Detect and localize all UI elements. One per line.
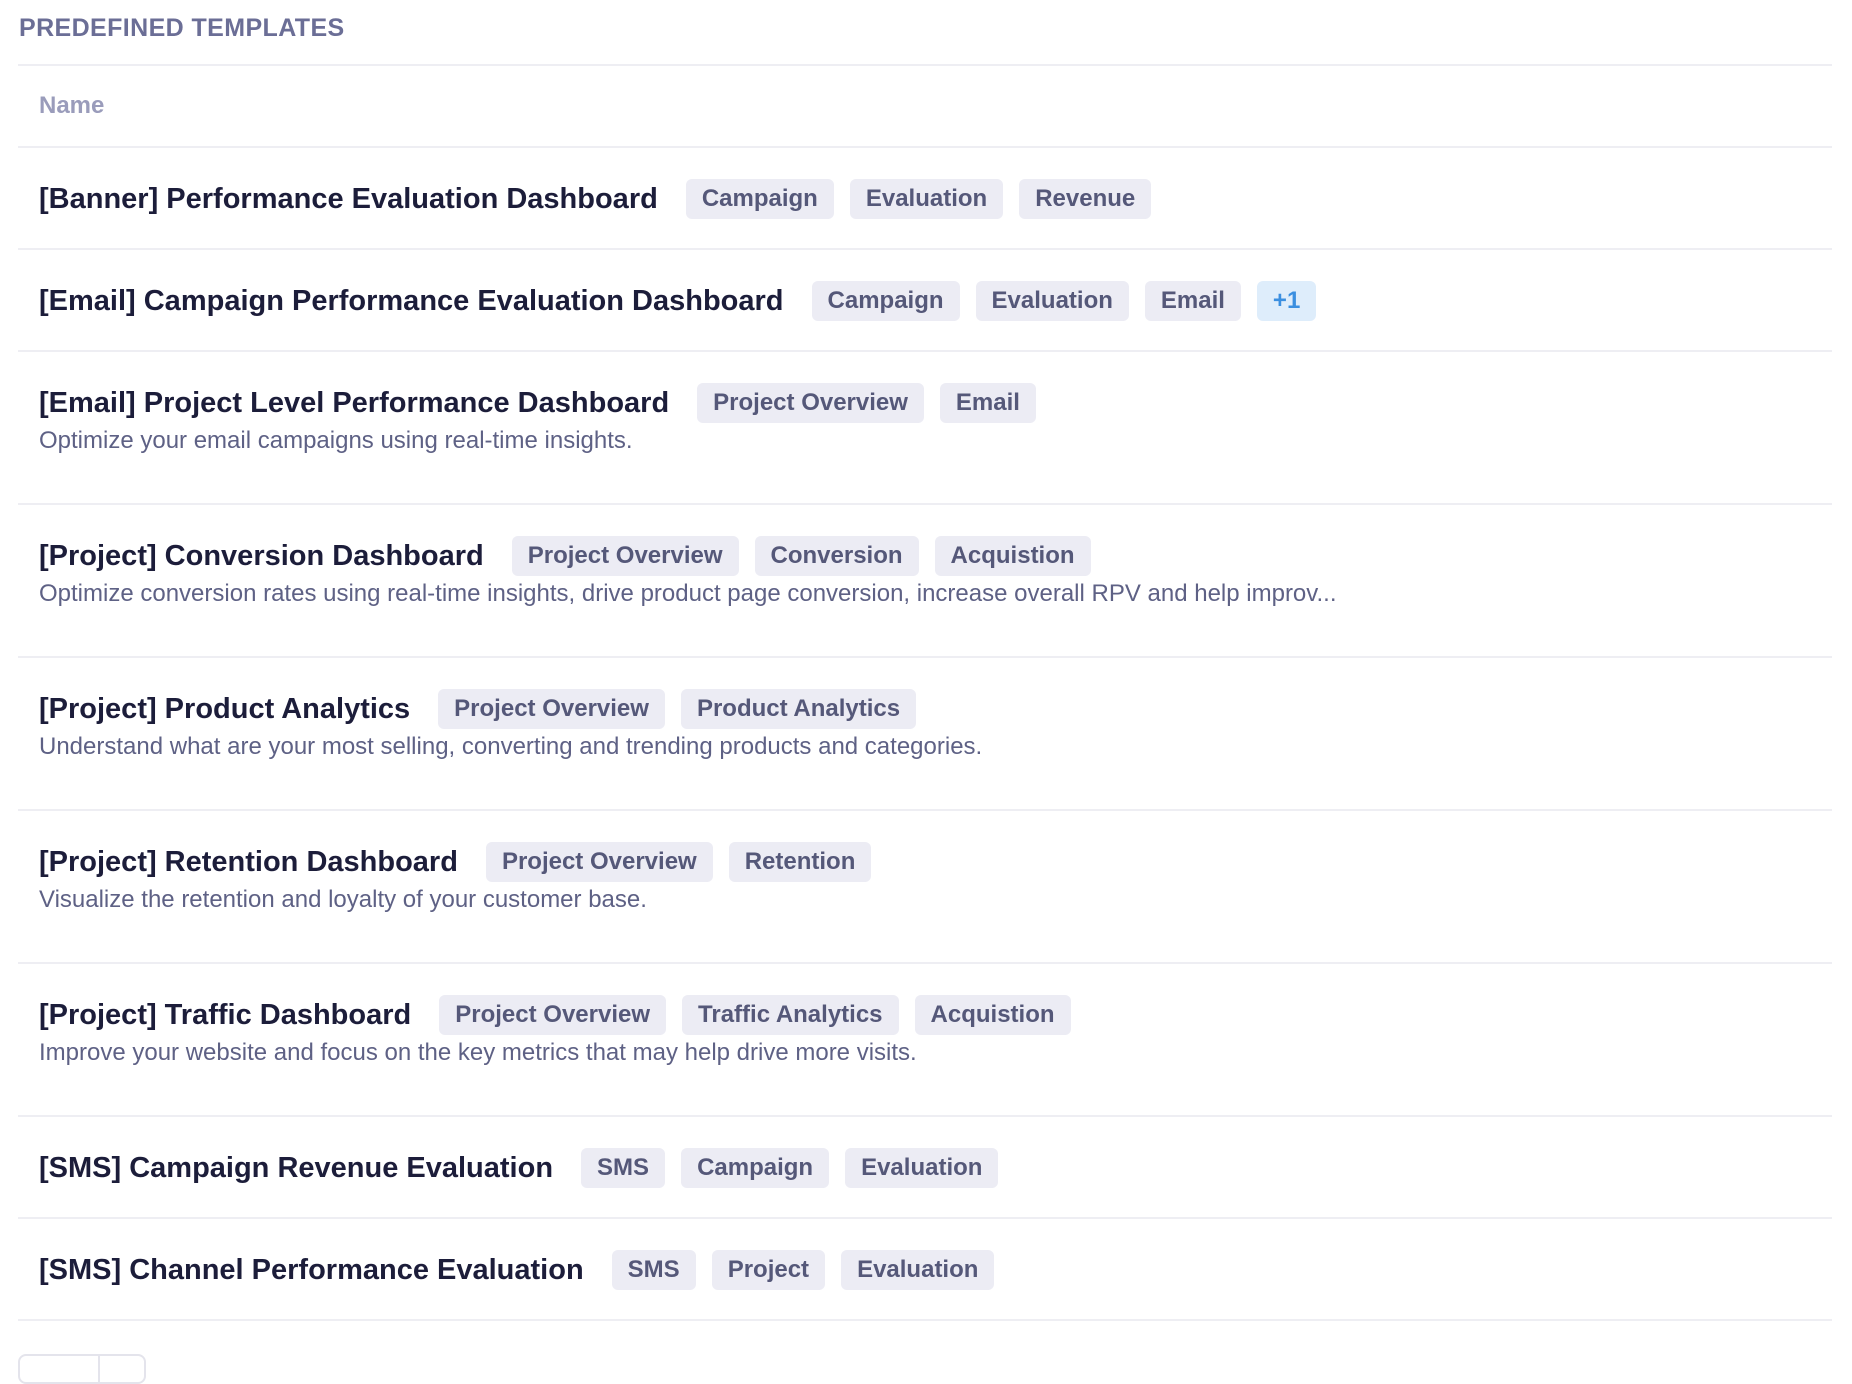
tag-badge[interactable]: Conversion	[754, 536, 919, 576]
template-title[interactable]: [Project] Conversion Dashboard	[39, 540, 484, 573]
tag-badge[interactable]: Evaluation	[849, 179, 1004, 219]
template-description: Visualize the retention and loyalty of y…	[39, 886, 647, 913]
table-row[interactable]: [Project] Product Analytics Project Overv…	[18, 658, 1832, 811]
section-title: PREDEFINED TEMPLATES	[19, 14, 345, 42]
tag-badge[interactable]: Campaign	[811, 281, 960, 321]
template-title[interactable]: [Email] Project Level Performance Dashbo…	[39, 387, 669, 420]
row-header-line: [Project] Retention Dashboard Project Ove…	[39, 842, 1832, 882]
tag-badge[interactable]: Campaign	[685, 179, 834, 219]
tag-badge[interactable]: Campaign	[681, 1148, 830, 1188]
template-title[interactable]: [Project] Retention Dashboard	[39, 846, 458, 879]
tag-badge[interactable]: Traffic Analytics	[682, 995, 899, 1035]
tag-badge[interactable]: Retention	[728, 842, 872, 882]
tag-badge[interactable]: Acquistion	[934, 536, 1091, 576]
template-description: Optimize conversion rates using real-tim…	[39, 580, 1337, 607]
tag-badge[interactable]: Project Overview	[697, 383, 924, 423]
template-description: Optimize your email campaigns using real…	[39, 427, 633, 454]
row-header-line: [Email] Project Level Performance Dashbo…	[39, 383, 1832, 423]
tag-badge[interactable]: Product Analytics	[680, 689, 917, 729]
pagination-control	[18, 1354, 146, 1384]
tag-badge[interactable]: SMS	[581, 1148, 666, 1188]
tag-badge[interactable]: SMS	[611, 1250, 696, 1290]
page-size-chevron[interactable]	[100, 1356, 144, 1382]
templates-page: PREDEFINED TEMPLATES Name [Banner] Perfo…	[0, 0, 1852, 1384]
row-header-line: [Project] Product Analytics Project Overv…	[39, 689, 1832, 729]
tag-badge[interactable]: Project	[711, 1250, 826, 1290]
template-title[interactable]: [Banner] Performance Evaluation Dashboar…	[39, 183, 658, 216]
page-size-select[interactable]	[20, 1356, 100, 1382]
template-description: Understand what are your most selling, c…	[39, 733, 983, 760]
row-header-line: [Email] Campaign Performance Evaluation …	[39, 281, 1832, 321]
row-header-line: [Banner] Performance Evaluation Dashboar…	[39, 179, 1832, 219]
template-description: Improve your website and focus on the ke…	[39, 1039, 917, 1066]
template-title[interactable]: [Email] Campaign Performance Evaluation …	[39, 285, 784, 318]
table-header: Name	[18, 66, 1832, 148]
table-row[interactable]: [Project] Traffic Dashboard Project Overv…	[18, 964, 1832, 1117]
tag-badge[interactable]: Revenue	[1019, 179, 1152, 219]
row-header-line: [SMS] Campaign Revenue Evaluation SMS Camp…	[39, 1148, 1832, 1188]
template-title[interactable]: [SMS] Channel Performance Evaluation	[39, 1254, 584, 1287]
table-row[interactable]: [Project] Retention Dashboard Project Ove…	[18, 811, 1832, 964]
tag-badge[interactable]: Project Overview	[438, 689, 665, 729]
tag-badge[interactable]: Evaluation	[975, 281, 1129, 321]
tag-badge[interactable]: Evaluation	[845, 1148, 999, 1188]
template-title[interactable]: [Project] Traffic Dashboard	[39, 999, 411, 1032]
table-row[interactable]: [Email] Campaign Performance Evaluation …	[18, 250, 1832, 352]
tag-badge[interactable]: Project Overview	[439, 995, 667, 1035]
more-tags-badge[interactable]: +1	[1256, 281, 1317, 321]
table-row[interactable]: [SMS] Campaign Revenue Evaluation SMS Camp…	[18, 1117, 1832, 1219]
tag-badge[interactable]: Email	[1144, 281, 1241, 321]
tag-badge[interactable]: Email	[939, 383, 1036, 423]
table-row[interactable]: [Banner] Performance Evaluation Dashboar…	[18, 148, 1832, 250]
row-header-line: [Project] Traffic Dashboard Project Overv…	[39, 995, 1832, 1035]
template-title[interactable]: [SMS] Campaign Revenue Evaluation	[39, 1152, 553, 1185]
templates-table: Name [Banner] Performance Evaluation Das…	[18, 64, 1832, 1321]
template-title[interactable]: [Project] Product Analytics	[39, 693, 410, 726]
row-header-line: [SMS] Channel Performance Evaluation SMS P…	[39, 1250, 1832, 1290]
table-row[interactable]: [Email] Project Level Performance Dashbo…	[18, 352, 1832, 505]
tag-badge[interactable]: Acquistion	[914, 995, 1071, 1035]
row-header-line: [Project] Conversion Dashboard Project Ov…	[39, 536, 1832, 576]
table-body: [Banner] Performance Evaluation Dashboar…	[18, 148, 1832, 1321]
tag-badge[interactable]: Project Overview	[485, 842, 713, 882]
table-row[interactable]: [Project] Conversion Dashboard Project Ov…	[18, 505, 1832, 658]
column-header-name[interactable]: Name	[39, 92, 104, 120]
tag-badge[interactable]: Project Overview	[511, 536, 739, 576]
tag-badge[interactable]: Evaluation	[841, 1250, 995, 1290]
table-row[interactable]: [SMS] Channel Performance Evaluation SMS P…	[18, 1219, 1832, 1321]
